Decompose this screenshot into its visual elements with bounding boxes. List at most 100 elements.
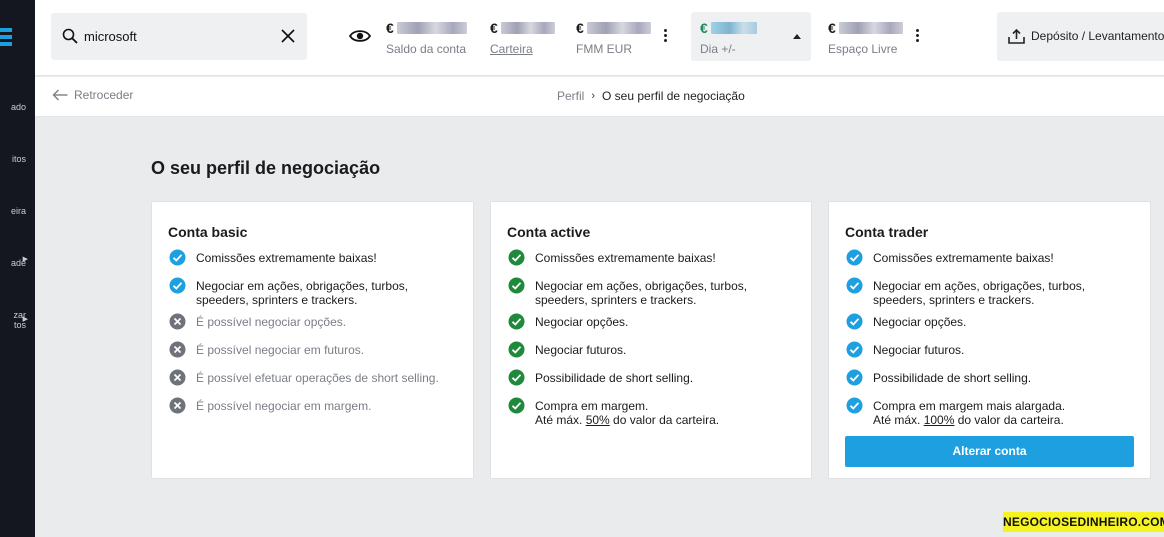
check-circle-icon bbox=[846, 277, 863, 294]
check-circle-icon bbox=[508, 341, 525, 358]
stat-label: Dia +/- bbox=[700, 42, 736, 56]
feature-item: Possibilidade de short selling. bbox=[508, 369, 693, 386]
markets-icon: ↗ bbox=[0, 90, 26, 102]
check-circle-icon bbox=[846, 313, 863, 330]
menu-icon: ≡ bbox=[0, 298, 26, 310]
feature-text: Negociar futuros. bbox=[873, 343, 965, 357]
breadcrumb-bar: Retroceder Perfil › O seu perfil de nego… bbox=[35, 77, 1164, 117]
sidebar-item-label: ado bbox=[10, 102, 26, 112]
blurred-value bbox=[500, 21, 555, 34]
feature-text: Até máx. bbox=[535, 413, 586, 427]
check-circle-icon bbox=[508, 249, 525, 266]
chevron-right-icon: ▶ bbox=[22, 316, 28, 323]
card-title: Conta trader bbox=[845, 224, 929, 240]
more-options-icon[interactable] bbox=[916, 29, 920, 45]
currency-symbol: € bbox=[386, 19, 394, 36]
breadcrumb-current: O seu perfil de negociação bbox=[602, 89, 745, 103]
currency-symbol: € bbox=[828, 19, 836, 36]
feature-text: Comissões extremamente baixas! bbox=[196, 251, 377, 265]
x-circle-icon bbox=[169, 397, 186, 414]
feature-item: Negociar opções. bbox=[508, 313, 629, 330]
feature-item: Negociar em ações, obrigações, turbos, sp… bbox=[508, 277, 748, 307]
currency-symbol: € bbox=[490, 19, 498, 36]
chevron-right-icon: › bbox=[591, 90, 596, 102]
feature-item: Comissões extremamente baixas! bbox=[846, 249, 1054, 266]
feature-text: speeders, sprinters e trackers. bbox=[873, 293, 1035, 307]
x-circle-icon bbox=[169, 341, 186, 358]
feature-text: É possível efetuar operações de short se… bbox=[196, 371, 439, 385]
feature-item: É possível negociar em futuros. bbox=[169, 341, 365, 358]
close-icon[interactable] bbox=[279, 27, 297, 45]
favorites-icon: ▾ bbox=[0, 142, 26, 154]
card-title: Conta active bbox=[507, 224, 591, 240]
feature-item: Compra em margem. Até máx. 50% do valor d… bbox=[508, 397, 720, 427]
stat-portfolio[interactable]: € Carteira bbox=[490, 19, 555, 56]
feature-item: Possibilidade de short selling. bbox=[846, 369, 1032, 386]
transfer-icon bbox=[1008, 29, 1025, 44]
currency-symbol: € bbox=[576, 19, 584, 36]
feature-item: Comissões extremamente baixas! bbox=[508, 249, 716, 266]
feature-text: do valor da carteira. bbox=[954, 413, 1064, 427]
check-circle-icon bbox=[508, 369, 525, 386]
check-circle-icon bbox=[846, 397, 863, 414]
blurred-value bbox=[838, 21, 903, 34]
check-circle-icon bbox=[169, 249, 186, 266]
feature-text: Negociar em ações, obrigações, turbos, bbox=[535, 279, 748, 293]
watermark: NEGOCIOSEDINHEIRO.COM bbox=[1003, 512, 1164, 532]
sidebar-item-favorites[interactable]: ▾ itos bbox=[0, 142, 26, 164]
day-change-dropdown[interactable]: € Dia +/- bbox=[691, 12, 811, 61]
x-circle-icon bbox=[169, 369, 186, 386]
portfolio-icon: ▯ bbox=[0, 194, 26, 206]
check-circle-icon bbox=[169, 277, 186, 294]
feature-item: Comissões extremamente baixas! bbox=[169, 249, 377, 266]
feature-text: Negociar em ações, obrigações, turbos, bbox=[873, 279, 1086, 293]
back-label: Retroceder bbox=[74, 88, 134, 102]
feature-item: Negociar em ações, obrigações, turbos, sp… bbox=[169, 277, 408, 307]
sidebar-item-label: itos bbox=[11, 154, 26, 164]
feature-text: Negociar opções. bbox=[535, 315, 629, 329]
feature-text: Até máx. bbox=[873, 413, 924, 427]
feature-item: Negociar futuros. bbox=[508, 341, 626, 358]
feature-text: Possibilidade de short selling. bbox=[873, 371, 1032, 385]
change-account-button[interactable]: Alterar conta bbox=[845, 436, 1134, 467]
feature-text: speeders, sprinters e trackers. bbox=[535, 293, 697, 307]
stat-account-balance: € Saldo da conta bbox=[386, 19, 467, 56]
feature-text: speeders, sprinters e trackers. bbox=[196, 293, 358, 307]
stat-label: Saldo da conta bbox=[386, 42, 467, 56]
margin-percentage: 100% bbox=[923, 413, 955, 427]
app-logo[interactable] bbox=[0, 28, 12, 46]
more-options-icon[interactable] bbox=[664, 29, 668, 45]
feature-text: do valor da carteira. bbox=[609, 413, 720, 427]
feature-item: Negociar opções. bbox=[846, 313, 966, 330]
stat-fmm-eur: € FMM EUR bbox=[576, 19, 651, 56]
sidebar-item-more[interactable]: ≡ zar tos bbox=[0, 298, 26, 330]
feature-item: Compra em margem mais alargada. Até máx. … bbox=[846, 397, 1065, 427]
blurred-value bbox=[396, 21, 467, 34]
feature-item: Negociar em ações, obrigações, turbos, sp… bbox=[846, 277, 1086, 307]
search-input[interactable]: microsoft bbox=[84, 29, 137, 44]
sidebar-item-markets[interactable]: ↗ ado bbox=[0, 90, 26, 112]
check-circle-icon bbox=[846, 249, 863, 266]
stat-free-space: € Espaço Livre bbox=[828, 19, 903, 56]
stat-label-link[interactable]: Carteira bbox=[490, 42, 555, 56]
feature-item: É possível negociar opções. bbox=[169, 313, 346, 330]
check-circle-icon bbox=[508, 397, 525, 414]
search-box[interactable]: microsoft bbox=[51, 13, 307, 60]
feature-item: É possível negociar em margem. bbox=[169, 397, 371, 414]
stat-label: Espaço Livre bbox=[828, 42, 898, 56]
x-circle-icon bbox=[169, 313, 186, 330]
eye-icon[interactable] bbox=[349, 28, 371, 44]
page-title: O seu perfil de negociação bbox=[151, 158, 381, 178]
margin-percentage: 50% bbox=[585, 413, 610, 427]
feature-text: É possível negociar em futuros. bbox=[196, 343, 365, 357]
breadcrumb-profile[interactable]: Perfil bbox=[557, 89, 584, 103]
deposit-withdraw-button[interactable]: Depósito / Levantamento bbox=[997, 12, 1164, 61]
check-circle-icon bbox=[508, 313, 525, 330]
sidebar-item-portfolio[interactable]: ▯ eira bbox=[0, 194, 26, 216]
check-circle-icon bbox=[846, 341, 863, 358]
account-card-active: Conta active Comissões extremamente baix… bbox=[490, 201, 812, 479]
back-button[interactable]: Retroceder bbox=[52, 88, 133, 102]
account-card-basic: Conta basic Comissões extremamente baixa… bbox=[151, 201, 474, 479]
chevron-right-icon: ▶ bbox=[22, 256, 28, 263]
stat-label: FMM EUR bbox=[576, 42, 632, 56]
